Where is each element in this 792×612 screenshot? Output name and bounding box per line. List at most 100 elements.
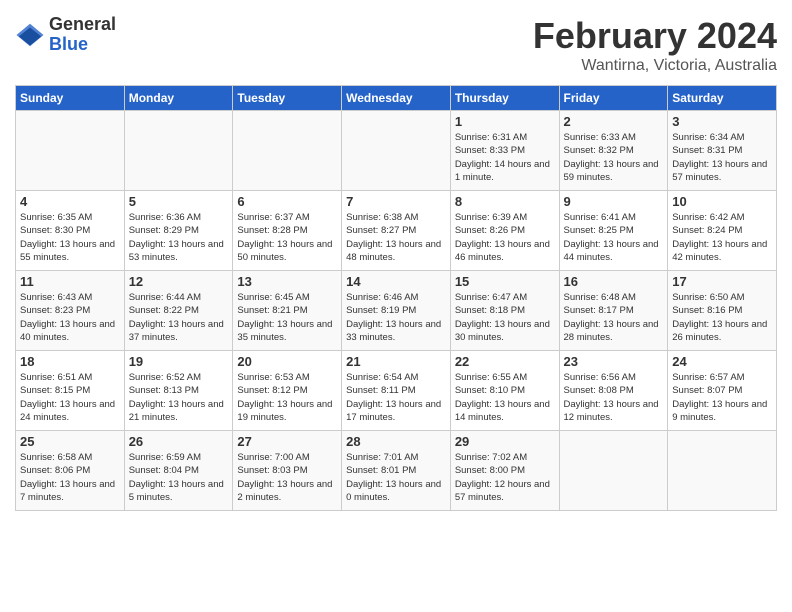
day-number: 29	[455, 434, 555, 449]
calendar-cell	[342, 111, 451, 191]
day-info: Sunrise: 7:00 AM Sunset: 8:03 PM Dayligh…	[237, 451, 337, 504]
day-info: Sunrise: 6:33 AM Sunset: 8:32 PM Dayligh…	[564, 131, 664, 184]
calendar-cell: 6 Sunrise: 6:37 AM Sunset: 8:28 PM Daylig…	[233, 191, 342, 271]
calendar-cell: 25Sunrise: 6:58 AM Sunset: 8:06 PM Dayli…	[16, 431, 125, 511]
day-number: 26	[129, 434, 229, 449]
day-info: Sunrise: 6:34 AM Sunset: 8:31 PM Dayligh…	[672, 131, 772, 184]
day-info: Sunrise: 6:48 AM Sunset: 8:17 PM Dayligh…	[564, 291, 664, 344]
header-tuesday: Tuesday	[233, 86, 342, 111]
logo-icon	[15, 20, 45, 50]
calendar-cell: 14Sunrise: 6:46 AM Sunset: 8:19 PM Dayli…	[342, 271, 451, 351]
calendar-cell	[668, 431, 777, 511]
day-number: 15	[455, 274, 555, 289]
calendar-cell	[16, 111, 125, 191]
day-info: Sunrise: 6:55 AM Sunset: 8:10 PM Dayligh…	[455, 371, 555, 424]
day-info: Sunrise: 6:41 AM Sunset: 8:25 PM Dayligh…	[564, 211, 664, 264]
day-number: 24	[672, 354, 772, 369]
calendar-week-3: 11 Sunrise: 6:43 AM Sunset: 8:23 PM Dayli…	[16, 271, 777, 351]
day-info: Sunrise: 6:31 AM Sunset: 8:33 PM Dayligh…	[455, 131, 555, 184]
day-number: 4	[20, 194, 120, 209]
header-monday: Monday	[124, 86, 233, 111]
day-info: Sunrise: 6:51 AM Sunset: 8:15 PM Dayligh…	[20, 371, 120, 424]
day-info: Sunrise: 6:35 AM Sunset: 8:30 PM Dayligh…	[20, 211, 120, 264]
header-friday: Friday	[559, 86, 668, 111]
calendar-cell: 1Sunrise: 6:31 AM Sunset: 8:33 PM Daylig…	[450, 111, 559, 191]
day-number: 28	[346, 434, 446, 449]
day-info: Sunrise: 6:45 AM Sunset: 8:21 PM Dayligh…	[237, 291, 337, 344]
day-info: Sunrise: 6:36 AM Sunset: 8:29 PM Dayligh…	[129, 211, 229, 264]
day-number: 16	[564, 274, 664, 289]
calendar-week-2: 4 Sunrise: 6:35 AM Sunset: 8:30 PM Daylig…	[16, 191, 777, 271]
calendar-cell	[124, 111, 233, 191]
calendar-cell: 8Sunrise: 6:39 AM Sunset: 8:26 PM Daylig…	[450, 191, 559, 271]
day-number: 12	[129, 274, 229, 289]
day-number: 13	[237, 274, 337, 289]
day-number: 5	[129, 194, 229, 209]
calendar-cell	[233, 111, 342, 191]
calendar-cell: 13 Sunrise: 6:45 AM Sunset: 8:21 PM Dayli…	[233, 271, 342, 351]
header-wednesday: Wednesday	[342, 86, 451, 111]
calendar-week-5: 25Sunrise: 6:58 AM Sunset: 8:06 PM Dayli…	[16, 431, 777, 511]
calendar-cell: 29 Sunrise: 7:02 AM Sunset: 8:00 PM Dayli…	[450, 431, 559, 511]
calendar-cell: 4 Sunrise: 6:35 AM Sunset: 8:30 PM Daylig…	[16, 191, 125, 271]
day-number: 22	[455, 354, 555, 369]
logo-general-text: General	[49, 15, 116, 35]
calendar-cell: 24 Sunrise: 6:57 AM Sunset: 8:07 PM Dayli…	[668, 351, 777, 431]
calendar-cell: 21Sunrise: 6:54 AM Sunset: 8:11 PM Dayli…	[342, 351, 451, 431]
calendar-cell: 27Sunrise: 7:00 AM Sunset: 8:03 PM Dayli…	[233, 431, 342, 511]
day-number: 6	[237, 194, 337, 209]
day-info: Sunrise: 6:59 AM Sunset: 8:04 PM Dayligh…	[129, 451, 229, 504]
day-info: Sunrise: 7:01 AM Sunset: 8:01 PM Dayligh…	[346, 451, 446, 504]
calendar-cell: 12Sunrise: 6:44 AM Sunset: 8:22 PM Dayli…	[124, 271, 233, 351]
month-title: February 2024	[533, 15, 777, 57]
day-number: 11	[20, 274, 120, 289]
calendar-header-row: SundayMondayTuesdayWednesdayThursdayFrid…	[16, 86, 777, 111]
day-info: Sunrise: 6:56 AM Sunset: 8:08 PM Dayligh…	[564, 371, 664, 424]
calendar-cell	[559, 431, 668, 511]
calendar-cell: 19Sunrise: 6:52 AM Sunset: 8:13 PM Dayli…	[124, 351, 233, 431]
logo-blue-text: Blue	[49, 35, 116, 55]
day-info: Sunrise: 7:02 AM Sunset: 8:00 PM Dayligh…	[455, 451, 555, 504]
calendar-cell: 3Sunrise: 6:34 AM Sunset: 8:31 PM Daylig…	[668, 111, 777, 191]
calendar-table: SundayMondayTuesdayWednesdayThursdayFrid…	[15, 85, 777, 511]
day-info: Sunrise: 6:38 AM Sunset: 8:27 PM Dayligh…	[346, 211, 446, 264]
location-title: Wantirna, Victoria, Australia	[533, 57, 777, 75]
header-saturday: Saturday	[668, 86, 777, 111]
calendar-cell: 18Sunrise: 6:51 AM Sunset: 8:15 PM Dayli…	[16, 351, 125, 431]
day-info: Sunrise: 6:52 AM Sunset: 8:13 PM Dayligh…	[129, 371, 229, 424]
day-info: Sunrise: 6:37 AM Sunset: 8:28 PM Dayligh…	[237, 211, 337, 264]
day-info: Sunrise: 6:50 AM Sunset: 8:16 PM Dayligh…	[672, 291, 772, 344]
calendar-cell: 2Sunrise: 6:33 AM Sunset: 8:32 PM Daylig…	[559, 111, 668, 191]
calendar-week-4: 18Sunrise: 6:51 AM Sunset: 8:15 PM Dayli…	[16, 351, 777, 431]
calendar-cell: 10Sunrise: 6:42 AM Sunset: 8:24 PM Dayli…	[668, 191, 777, 271]
logo-text: General Blue	[49, 15, 116, 55]
day-number: 23	[564, 354, 664, 369]
day-info: Sunrise: 6:46 AM Sunset: 8:19 PM Dayligh…	[346, 291, 446, 344]
calendar-cell: 9 Sunrise: 6:41 AM Sunset: 8:25 PM Daylig…	[559, 191, 668, 271]
calendar-cell: 17 Sunrise: 6:50 AM Sunset: 8:16 PM Dayli…	[668, 271, 777, 351]
day-info: Sunrise: 6:53 AM Sunset: 8:12 PM Dayligh…	[237, 371, 337, 424]
calendar-week-1: 1Sunrise: 6:31 AM Sunset: 8:33 PM Daylig…	[16, 111, 777, 191]
calendar-cell: 11 Sunrise: 6:43 AM Sunset: 8:23 PM Dayli…	[16, 271, 125, 351]
day-number: 20	[237, 354, 337, 369]
day-number: 9	[564, 194, 664, 209]
day-info: Sunrise: 6:58 AM Sunset: 8:06 PM Dayligh…	[20, 451, 120, 504]
day-info: Sunrise: 6:43 AM Sunset: 8:23 PM Dayligh…	[20, 291, 120, 344]
day-number: 10	[672, 194, 772, 209]
calendar-cell: 16 Sunrise: 6:48 AM Sunset: 8:17 PM Dayli…	[559, 271, 668, 351]
calendar-cell: 23 Sunrise: 6:56 AM Sunset: 8:08 PM Dayli…	[559, 351, 668, 431]
day-info: Sunrise: 6:47 AM Sunset: 8:18 PM Dayligh…	[455, 291, 555, 344]
title-block: February 2024 Wantirna, Victoria, Austra…	[533, 15, 777, 75]
calendar-cell: 22 Sunrise: 6:55 AM Sunset: 8:10 PM Dayli…	[450, 351, 559, 431]
day-info: Sunrise: 6:57 AM Sunset: 8:07 PM Dayligh…	[672, 371, 772, 424]
day-info: Sunrise: 6:39 AM Sunset: 8:26 PM Dayligh…	[455, 211, 555, 264]
day-number: 17	[672, 274, 772, 289]
calendar-cell: 28 Sunrise: 7:01 AM Sunset: 8:01 PM Dayli…	[342, 431, 451, 511]
header-thursday: Thursday	[450, 86, 559, 111]
calendar-cell: 7 Sunrise: 6:38 AM Sunset: 8:27 PM Daylig…	[342, 191, 451, 271]
day-number: 7	[346, 194, 446, 209]
day-number: 21	[346, 354, 446, 369]
header-sunday: Sunday	[16, 86, 125, 111]
calendar-cell: 20 Sunrise: 6:53 AM Sunset: 8:12 PM Dayli…	[233, 351, 342, 431]
calendar-cell: 15 Sunrise: 6:47 AM Sunset: 8:18 PM Dayli…	[450, 271, 559, 351]
